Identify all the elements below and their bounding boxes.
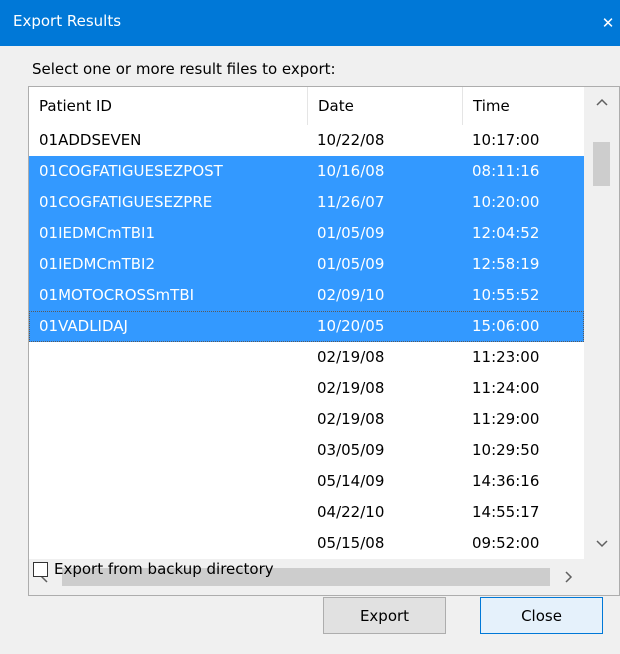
cell-time: 12:58:19: [472, 255, 540, 273]
table-row[interactable]: 05/15/08 09:52:00: [29, 528, 584, 559]
chevron-up-icon[interactable]: [584, 87, 619, 117]
table-row[interactable]: 01IEDMCmTBI2 01/05/09 12:58:19: [29, 249, 584, 280]
scrollbar-corner: [584, 559, 619, 595]
cell-time: 10:29:50: [472, 441, 540, 459]
vertical-scroll-thumb[interactable]: [593, 142, 610, 186]
backup-directory-option[interactable]: Export from backup directory: [33, 558, 274, 580]
cell-patient-id: 01IEDMCmTBI1: [39, 224, 155, 242]
table-row[interactable]: 05/14/09 14:36:16: [29, 466, 584, 497]
column-header-time[interactable]: Time: [462, 87, 584, 125]
backup-directory-checkbox[interactable]: [33, 561, 48, 577]
cell-date: 01/05/09: [317, 255, 385, 273]
table-row[interactable]: 02/19/08 11:23:00: [29, 342, 584, 373]
cell-time: 10:17:00: [472, 131, 540, 149]
cell-time: 15:06:00: [472, 317, 540, 335]
list-header: Patient ID Date Time: [29, 87, 584, 125]
cell-date: 10/16/08: [317, 162, 385, 180]
chevron-right-icon[interactable]: [554, 559, 584, 595]
vertical-scrollbar[interactable]: [584, 87, 619, 559]
cell-date: 10/20/05: [317, 317, 385, 335]
table-row[interactable]: 01ADDSEVEN 10/22/08 10:17:00: [29, 125, 584, 156]
cell-time: 08:11:16: [472, 162, 540, 180]
chevron-down-icon[interactable]: [584, 529, 619, 559]
table-row[interactable]: 03/05/09 10:29:50: [29, 435, 584, 466]
table-row[interactable]: 01VADLIDAJ 10/20/05 15:06:00: [29, 311, 584, 342]
cell-date: 10/22/08: [317, 131, 385, 149]
table-row[interactable]: 01COGFATIGUESEZPOST 10/16/08 08:11:16: [29, 156, 584, 187]
cell-date: 01/05/09: [317, 224, 385, 242]
dialog-body: Select one or more result files to expor…: [13, 46, 620, 654]
export-results-dialog: Export Results ✕ Select one or more resu…: [0, 0, 620, 654]
cell-patient-id: [39, 342, 301, 373]
table-row[interactable]: 01MOTOCROSSmTBI 02/09/10 10:55:52: [29, 280, 584, 311]
close-button[interactable]: Close: [480, 597, 603, 634]
cell-date: 04/22/10: [317, 503, 385, 521]
table-row[interactable]: 04/22/10 14:55:17: [29, 497, 584, 528]
cell-date: 05/14/09: [317, 472, 385, 490]
cell-patient-id: 01ADDSEVEN: [39, 131, 142, 149]
results-list[interactable]: Patient ID Date Time 01ADDSEVEN 10/22/08 1…: [28, 86, 620, 596]
backup-directory-label: Export from backup directory: [54, 560, 274, 578]
cell-patient-id: [39, 435, 301, 466]
cell-date: 03/05/09: [317, 441, 385, 459]
table-row[interactable]: 02/19/08 11:24:00: [29, 373, 584, 404]
cell-patient-id: [39, 466, 301, 497]
cell-time: 10:55:52: [472, 286, 540, 304]
cell-date: 11/26/07: [317, 193, 385, 211]
cell-time: 14:36:16: [472, 472, 540, 490]
cell-time: 11:29:00: [472, 410, 540, 428]
cell-time: 14:55:17: [472, 503, 540, 521]
table-row[interactable]: 02/19/08 11:29:00: [29, 404, 584, 435]
instruction-label: Select one or more result files to expor…: [32, 60, 336, 78]
cell-time: 10:20:00: [472, 193, 540, 211]
cell-patient-id: [39, 404, 301, 435]
cell-date: 05/15/08: [317, 534, 385, 552]
cell-patient-id: [39, 497, 301, 528]
cell-time: 11:24:00: [472, 379, 540, 397]
column-header-patient-id[interactable]: Patient ID: [29, 87, 307, 125]
cell-time: 09:52:00: [472, 534, 540, 552]
export-button[interactable]: Export: [323, 597, 446, 634]
cell-patient-id: 01VADLIDAJ: [39, 317, 128, 335]
cell-date: 02/19/08: [317, 379, 385, 397]
list-rows: 01ADDSEVEN 10/22/08 10:17:00 01COGFATIGUESE…: [29, 125, 584, 559]
cell-date: 02/09/10: [317, 286, 385, 304]
cell-patient-id: 01COGFATIGUESEZPRE: [39, 193, 213, 211]
window-title: Export Results: [13, 12, 122, 30]
close-window-icon[interactable]: ✕: [596, 0, 620, 46]
cell-date: 02/19/08: [317, 410, 385, 428]
title-bar[interactable]: Export Results ✕: [0, 0, 620, 46]
cell-date: 02/19/08: [317, 348, 385, 366]
table-row[interactable]: 01COGFATIGUESEZPRE 11/26/07 10:20:00: [29, 187, 584, 218]
cell-patient-id: 01IEDMCmTBI2: [39, 255, 155, 273]
cell-time: 11:23:00: [472, 348, 540, 366]
cell-patient-id: 01COGFATIGUESEZPOST: [39, 162, 223, 180]
table-row[interactable]: 01IEDMCmTBI1 01/05/09 12:04:52: [29, 218, 584, 249]
column-header-date[interactable]: Date: [307, 87, 462, 125]
cell-time: 12:04:52: [472, 224, 540, 242]
cell-patient-id: [39, 528, 301, 559]
cell-patient-id: [39, 373, 301, 404]
cell-patient-id: 01MOTOCROSSmTBI: [39, 286, 195, 304]
